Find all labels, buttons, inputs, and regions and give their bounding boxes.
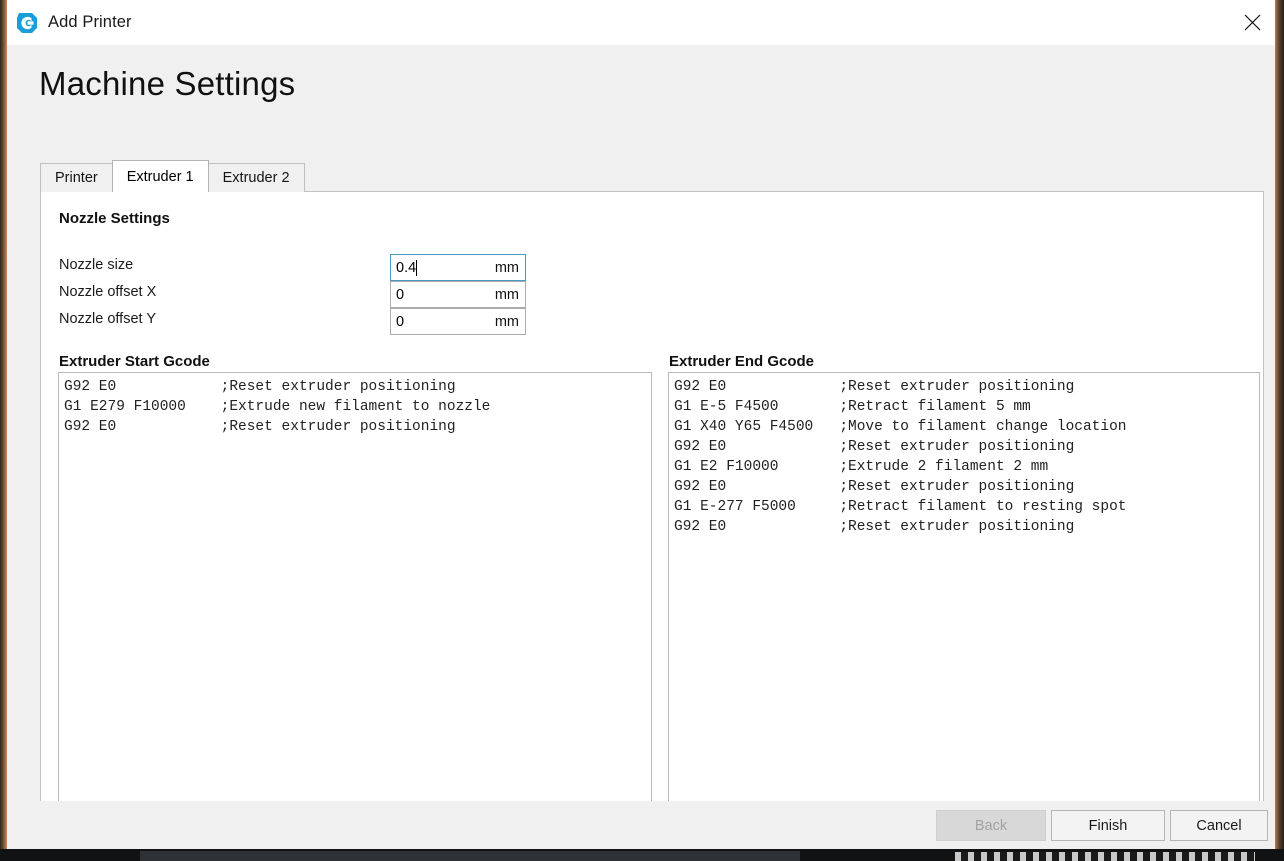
- desktop-left-edge: [0, 0, 7, 861]
- nozzle-offset-y-label: Nozzle offset Y: [59, 311, 156, 327]
- nozzle-offset-y-row: Nozzle offset Y 0 mm: [59, 308, 529, 335]
- gcode-line: G92 E0 ;Reset extruder positioning: [64, 419, 456, 435]
- extruder-start-gcode-textarea[interactable]: G92 E0 ;Reset extruder positioning G1 E2…: [58, 372, 652, 829]
- nozzle-offset-x-unit: mm: [494, 286, 519, 303]
- dialog-titlebar: Add Printer: [7, 0, 1275, 45]
- nozzle-size-value: 0.4: [396, 259, 417, 276]
- back-button[interactable]: Back: [936, 810, 1046, 841]
- finish-button[interactable]: Finish: [1051, 810, 1165, 841]
- gcode-line: G92 E0 ;Reset extruder positioning: [674, 379, 1075, 395]
- extruder-1-panel: Nozzle Settings Nozzle size 0.4 mm Nozzl…: [40, 191, 1264, 846]
- gcode-line: G1 E2 F10000 ;Extrude 2 filament 2 mm: [674, 459, 1049, 475]
- extruder-start-gcode-label: Extruder Start Gcode: [59, 353, 210, 370]
- nozzle-size-input[interactable]: 0.4 mm: [390, 254, 526, 281]
- gcode-line: G92 E0 ;Reset extruder positioning: [674, 519, 1075, 535]
- gcode-line: G1 E-277 F5000 ;Retract filament to rest…: [674, 499, 1127, 515]
- gcode-line: G1 X40 Y65 F4500 ;Move to filament chang…: [674, 419, 1127, 435]
- add-printer-dialog: Add Printer Machine Settings Printer Ext…: [7, 0, 1275, 849]
- gcode-line: G1 E279 F10000 ;Extrude new filament to …: [64, 399, 491, 415]
- tab-extruder-2[interactable]: Extruder 2: [207, 163, 305, 192]
- desktop-bottom-dashes: [955, 852, 1255, 861]
- desktop-taskbar-strip: [140, 851, 800, 861]
- tab-bar: Printer Extruder 1 Extruder 2: [40, 160, 305, 192]
- tab-printer[interactable]: Printer: [40, 163, 113, 192]
- close-icon: [1244, 14, 1261, 31]
- nozzle-offset-x-input[interactable]: 0 mm: [390, 281, 526, 308]
- dialog-body: Machine Settings Printer Extruder 1 Extr…: [7, 45, 1275, 849]
- gcode-line: G92 E0 ;Reset extruder positioning: [674, 479, 1075, 495]
- extruder-end-gcode-label: Extruder End Gcode: [669, 353, 815, 370]
- nozzle-offset-x-value: 0: [396, 286, 405, 303]
- close-button[interactable]: [1229, 0, 1275, 45]
- extruder-end-gcode-textarea[interactable]: G92 E0 ;Reset extruder positioning G1 E-…: [668, 372, 1260, 829]
- nozzle-settings-heading: Nozzle Settings: [59, 210, 170, 227]
- nozzle-size-row: Nozzle size 0.4 mm: [59, 254, 529, 281]
- cura-logo-icon: [16, 11, 38, 35]
- nozzle-offset-y-input[interactable]: 0 mm: [390, 308, 526, 335]
- gcode-line: G92 E0 ;Reset extruder positioning: [64, 379, 456, 395]
- nozzle-offset-y-value: 0: [396, 313, 405, 330]
- tab-extruder-1[interactable]: Extruder 1: [111, 160, 209, 192]
- nozzle-offset-x-label: Nozzle offset X: [59, 284, 157, 300]
- nozzle-offset-y-unit: mm: [494, 313, 519, 330]
- text-caret: [416, 259, 418, 276]
- dialog-title: Add Printer: [48, 13, 132, 31]
- page-title: Machine Settings: [39, 65, 296, 102]
- gcode-line: G1 E-5 F4500 ;Retract filament 5 mm: [674, 399, 1031, 415]
- nozzle-size-label: Nozzle size: [59, 257, 134, 273]
- gcode-line: G92 E0 ;Reset extruder positioning: [674, 439, 1075, 455]
- nozzle-size-unit: mm: [494, 259, 519, 276]
- dialog-footer: Back Finish Cancel: [7, 801, 1275, 849]
- nozzle-offset-x-row: Nozzle offset X 0 mm: [59, 281, 529, 308]
- cancel-button[interactable]: Cancel: [1170, 810, 1268, 841]
- desktop-right-edge: [1274, 0, 1284, 861]
